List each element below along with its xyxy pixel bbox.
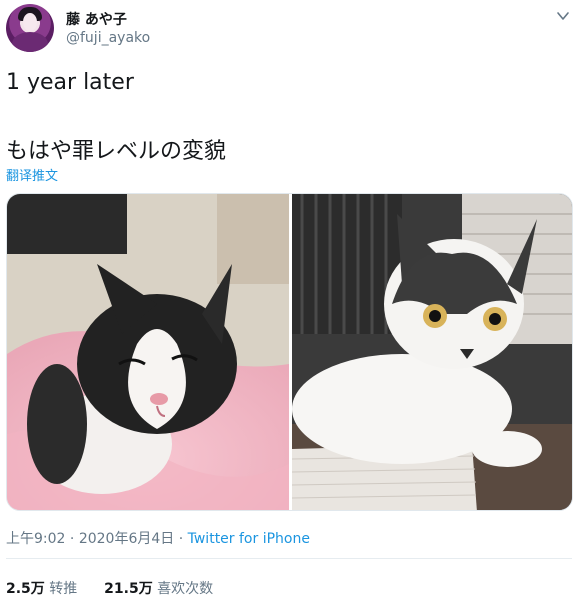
avatar[interactable]: [6, 4, 54, 52]
grown-cat-photo[interactable]: [292, 194, 572, 510]
meta-separator-2: ·: [174, 531, 188, 547]
retweets-stat[interactable]: 2.5万 转推: [6, 581, 82, 597]
avatar-face: [23, 13, 37, 31]
tweet-text-line-2: もはや罪レベルの変貌: [6, 139, 227, 164]
tweet-source[interactable]: Twitter for iPhone: [188, 531, 310, 547]
retweets-label: 转推: [49, 581, 78, 597]
tweet-text-line-1: 1 year later: [6, 70, 134, 95]
user-handle[interactable]: @fuji_ayako: [66, 30, 150, 46]
tweet-media[interactable]: [6, 193, 573, 511]
tweet-meta: 上午9:02 · 2020年6月4日 · Twitter for iPhone: [6, 528, 310, 548]
likes-label: 喜欢次数: [157, 581, 214, 597]
kitten-photo[interactable]: [7, 194, 289, 510]
chevron-down-icon[interactable]: [556, 8, 570, 22]
display-name[interactable]: 藤 あや子: [66, 9, 127, 29]
translate-tweet-link[interactable]: 翻译推文: [6, 165, 58, 184]
tweet-date[interactable]: 2020年6月4日: [79, 531, 174, 547]
meta-separator: ·: [65, 531, 79, 547]
tweet-time[interactable]: 上午9:02: [6, 531, 65, 547]
likes-stat[interactable]: 21.5万 喜欢次数: [104, 581, 213, 597]
divider: [6, 558, 572, 559]
likes-count: 21.5万: [104, 581, 153, 597]
retweets-count: 2.5万: [6, 581, 45, 597]
tweet-stats: 2.5万 转推 21.5万 喜欢次数: [6, 578, 213, 598]
avatar-kimono: [12, 32, 48, 52]
